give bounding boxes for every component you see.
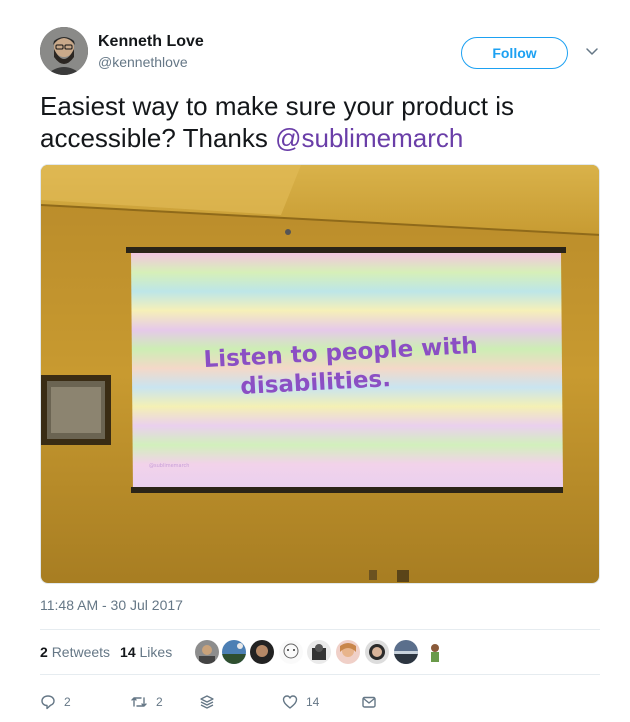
stack-icon <box>200 695 214 709</box>
mention-link[interactable]: @sublimemarch <box>275 123 463 153</box>
liker-avatar[interactable] <box>365 640 389 664</box>
heart-icon <box>282 695 298 709</box>
liker-avatar[interactable] <box>279 640 303 664</box>
liker-avatar[interactable] <box>222 640 246 664</box>
liker-avatar[interactable] <box>336 640 360 664</box>
divider <box>40 629 600 630</box>
liker-avatar[interactable] <box>394 640 418 664</box>
author-handle[interactable]: @kennethlove <box>98 54 188 70</box>
author-avatar[interactable] <box>40 27 88 75</box>
slide-footer: @sublimemarch <box>149 463 189 469</box>
retweet-icon <box>131 697 147 707</box>
likes-label: Likes <box>139 644 173 660</box>
reply-button[interactable]: 2 <box>40 694 71 710</box>
liker-avatar[interactable] <box>250 640 274 664</box>
likes-stat[interactable]: 14 Likes <box>120 644 172 660</box>
tweet-text: Easiest way to make sure your product is… <box>40 90 600 154</box>
like-count: 14 <box>306 695 320 709</box>
tweet-card: Kenneth Love @kennethlove Follow Easiest… <box>0 0 630 722</box>
retweets-count: 2 <box>40 644 48 660</box>
liker-avatar[interactable] <box>195 640 219 664</box>
retweets-stat[interactable]: 2 Retweets <box>40 644 110 660</box>
retweet-button[interactable]: 2 <box>130 694 163 710</box>
reply-icon <box>41 695 55 710</box>
chevron-down-icon[interactable] <box>585 44 599 58</box>
liker-avatar[interactable] <box>423 640 447 664</box>
reply-count: 2 <box>64 695 71 709</box>
tweet-timestamp[interactable]: 11:48 AM - 30 Jul 2017 <box>40 597 183 613</box>
follow-button[interactable]: Follow <box>461 37 568 69</box>
likes-count: 14 <box>120 644 136 660</box>
stack-button[interactable] <box>199 694 223 710</box>
liker-avatar[interactable] <box>307 640 331 664</box>
retweets-label: Retweets <box>51 644 111 660</box>
like-button[interactable]: 14 <box>282 694 319 710</box>
author-name[interactable]: Kenneth Love <box>98 33 204 51</box>
tweet-photo[interactable]: Listen to people with disabilities. @sub… <box>40 164 600 584</box>
divider <box>40 674 600 675</box>
dm-button[interactable] <box>361 694 385 710</box>
envelope-icon <box>362 696 376 708</box>
tweet-stats: 2 Retweets 14 Likes <box>40 644 172 660</box>
retweet-count: 2 <box>156 695 163 709</box>
